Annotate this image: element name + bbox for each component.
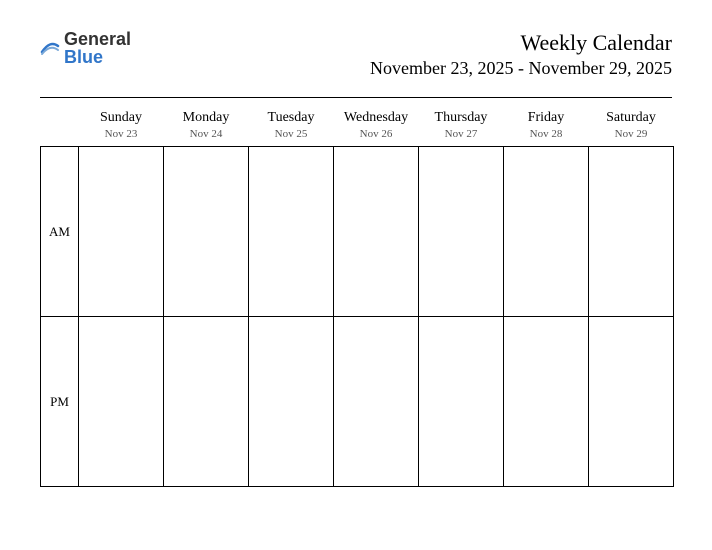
cell-pm-sunday bbox=[79, 317, 164, 487]
pm-row: PM bbox=[41, 317, 674, 487]
cell-pm-thursday bbox=[419, 317, 504, 487]
cell-am-friday bbox=[504, 147, 589, 317]
cell-am-sunday bbox=[79, 147, 164, 317]
cell-am-wednesday bbox=[334, 147, 419, 317]
day-name-row: Sunday Monday Tuesday Wednesday Thursday… bbox=[41, 106, 674, 128]
day-header-monday: Monday bbox=[164, 106, 249, 128]
day-date-row: Nov 23 Nov 24 Nov 25 Nov 26 Nov 27 Nov 2… bbox=[41, 128, 674, 147]
swoosh-icon bbox=[40, 38, 60, 58]
date-header-saturday: Nov 29 bbox=[589, 128, 674, 147]
date-header-sunday: Nov 23 bbox=[79, 128, 164, 147]
date-header-friday: Nov 28 bbox=[504, 128, 589, 147]
weekly-calendar: Sunday Monday Tuesday Wednesday Thursday… bbox=[40, 106, 674, 487]
brand-logo: General Blue bbox=[40, 30, 131, 66]
header: General Blue Weekly Calendar November 23… bbox=[40, 30, 672, 79]
day-header-wednesday: Wednesday bbox=[334, 106, 419, 128]
cell-am-monday bbox=[164, 147, 249, 317]
period-am: AM bbox=[41, 147, 79, 317]
cell-am-saturday bbox=[589, 147, 674, 317]
day-header-tuesday: Tuesday bbox=[249, 106, 334, 128]
date-header-thursday: Nov 27 bbox=[419, 128, 504, 147]
date-header-tuesday: Nov 25 bbox=[249, 128, 334, 147]
day-header-sunday: Sunday bbox=[79, 106, 164, 128]
cell-pm-tuesday bbox=[249, 317, 334, 487]
cell-pm-saturday bbox=[589, 317, 674, 487]
date-range: November 23, 2025 - November 29, 2025 bbox=[370, 58, 672, 79]
logo-word-blue: Blue bbox=[64, 47, 103, 67]
page-title: Weekly Calendar bbox=[370, 30, 672, 56]
cell-pm-friday bbox=[504, 317, 589, 487]
logo-word-general: General bbox=[64, 29, 131, 49]
divider bbox=[40, 97, 672, 98]
date-header-monday: Nov 24 bbox=[164, 128, 249, 147]
day-header-saturday: Saturday bbox=[589, 106, 674, 128]
day-header-thursday: Thursday bbox=[419, 106, 504, 128]
day-header-friday: Friday bbox=[504, 106, 589, 128]
logo-text: General Blue bbox=[64, 30, 131, 66]
cell-pm-wednesday bbox=[334, 317, 419, 487]
cell-am-thursday bbox=[419, 147, 504, 317]
cell-pm-monday bbox=[164, 317, 249, 487]
date-header-wednesday: Nov 26 bbox=[334, 128, 419, 147]
cell-am-tuesday bbox=[249, 147, 334, 317]
period-pm: PM bbox=[41, 317, 79, 487]
title-block: Weekly Calendar November 23, 2025 - Nove… bbox=[370, 30, 672, 79]
am-row: AM bbox=[41, 147, 674, 317]
